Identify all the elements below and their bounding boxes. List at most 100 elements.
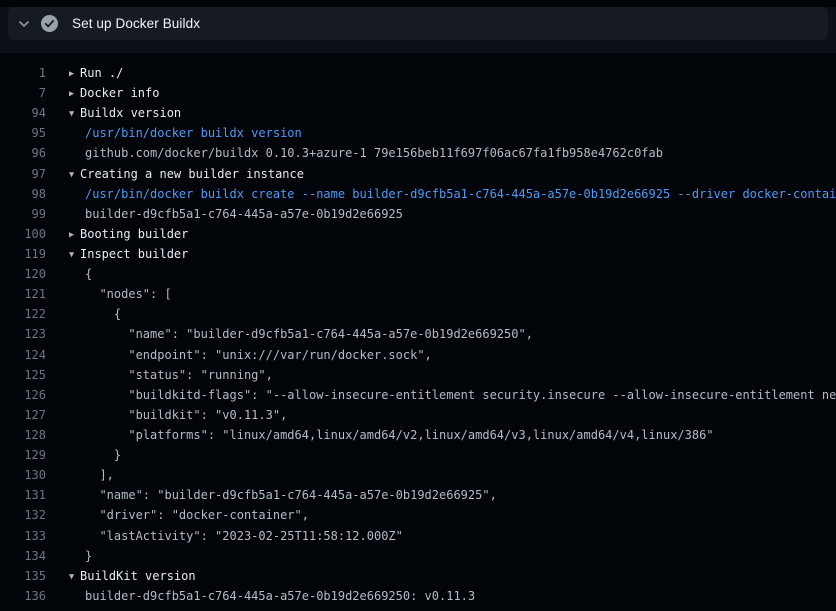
group-arrow-icon: ▶: [69, 84, 80, 103]
line-text[interactable]: Buildx version: [80, 106, 181, 120]
log-lines: 1 ▶Run ./ 7 ▶Docker info 94 ▼Buildx vers…: [0, 53, 836, 606]
line-text: "name": "builder-d9cfb5a1-c764-445a-a57e…: [85, 488, 497, 502]
line-number[interactable]: 120: [0, 264, 46, 284]
line-content: "lastActivity": "2023-02-25T11:58:12.000…: [67, 526, 836, 546]
line-content: /usr/bin/docker buildx version: [67, 123, 836, 143]
line-text[interactable]: BuildKit version: [80, 569, 196, 583]
line-number[interactable]: 95: [0, 123, 46, 143]
line-content: "name": "builder-d9cfb5a1-c764-445a-a57e…: [67, 485, 836, 505]
line-text[interactable]: Docker info: [80, 86, 159, 100]
line-number[interactable]: 135: [0, 566, 46, 586]
log-line[interactable]: 135 ▼BuildKit version: [0, 566, 836, 586]
group-arrow-icon: ▼: [69, 165, 80, 184]
group-arrow-icon: ▼: [69, 567, 80, 586]
line-content: ▶Booting builder: [67, 224, 836, 244]
log-line: 99 builder-d9cfb5a1-c764-445a-a57e-0b19d…: [0, 204, 836, 224]
line-text[interactable]: Run ./: [80, 66, 123, 80]
log-line: 133 "lastActivity": "2023-02-25T11:58:12…: [0, 526, 836, 546]
line-number[interactable]: 127: [0, 405, 46, 425]
line-number[interactable]: 132: [0, 505, 46, 525]
line-number[interactable]: 125: [0, 365, 46, 385]
group-arrow-icon: ▼: [69, 104, 80, 123]
line-number[interactable]: 129: [0, 445, 46, 465]
log-line[interactable]: 94 ▼Buildx version: [0, 103, 836, 123]
line-content: {: [67, 304, 836, 324]
line-number[interactable]: 94: [0, 103, 46, 123]
line-content: ▼BuildKit version: [67, 566, 836, 586]
log-line[interactable]: 1 ▶Run ./: [0, 63, 836, 83]
log-line: 98 /usr/bin/docker buildx create --name …: [0, 184, 836, 204]
line-content: ▼Inspect builder: [67, 244, 836, 264]
line-content: /usr/bin/docker buildx create --name bui…: [67, 184, 836, 204]
line-number[interactable]: 123: [0, 324, 46, 344]
chevron-down-icon[interactable]: [16, 16, 32, 32]
line-text: /usr/bin/docker buildx create --name bui…: [85, 187, 836, 201]
log-line: 126 "buildkitd-flags": "--allow-insecure…: [0, 385, 836, 405]
log-line: 122 {: [0, 304, 836, 324]
log-line: 130 ],: [0, 465, 836, 485]
line-number[interactable]: 98: [0, 184, 46, 204]
line-content: "buildkitd-flags": "--allow-insecure-ent…: [67, 385, 836, 405]
line-number[interactable]: 124: [0, 345, 46, 365]
line-number[interactable]: 7: [0, 83, 46, 103]
line-number[interactable]: 133: [0, 526, 46, 546]
line-text: "name": "builder-d9cfb5a1-c764-445a-a57e…: [85, 327, 533, 341]
line-text: "endpoint": "unix:///var/run/docker.sock…: [85, 348, 432, 362]
line-content: "buildkit": "v0.11.3",: [67, 405, 836, 425]
log-line: 127 "buildkit": "v0.11.3",: [0, 405, 836, 425]
line-content: "name": "builder-d9cfb5a1-c764-445a-a57e…: [67, 324, 836, 344]
line-text: "driver": "docker-container",: [85, 508, 309, 522]
line-number[interactable]: 1: [0, 63, 46, 83]
group-arrow-icon: ▶: [69, 225, 80, 244]
log-line: 123 "name": "builder-d9cfb5a1-c764-445a-…: [0, 324, 836, 344]
line-text: ],: [85, 468, 114, 482]
line-content: builder-d9cfb5a1-c764-445a-a57e-0b19d2e6…: [67, 204, 836, 224]
line-number[interactable]: 126: [0, 385, 46, 405]
line-text[interactable]: Inspect builder: [80, 247, 188, 261]
line-number[interactable]: 122: [0, 304, 46, 324]
line-number[interactable]: 96: [0, 143, 46, 163]
line-number[interactable]: 131: [0, 485, 46, 505]
line-number[interactable]: 121: [0, 284, 46, 304]
line-number[interactable]: 134: [0, 546, 46, 566]
log-line: 129 }: [0, 445, 836, 465]
log-line[interactable]: 7 ▶Docker info: [0, 83, 836, 103]
line-content: "status": "running",: [67, 365, 836, 385]
group-arrow-icon: ▶: [69, 64, 80, 83]
line-text: }: [85, 448, 121, 462]
log-line: 134 }: [0, 546, 836, 566]
line-content: "platforms": "linux/amd64,linux/amd64/v2…: [67, 425, 836, 445]
step-title: Set up Docker Buildx: [72, 16, 200, 31]
check-circle-icon: [40, 14, 59, 33]
line-content: "nodes": [: [67, 284, 836, 304]
line-number[interactable]: 130: [0, 465, 46, 485]
page-header: Set up Docker Buildx: [0, 7, 836, 53]
line-content: {: [67, 264, 836, 284]
line-number[interactable]: 119: [0, 244, 46, 264]
line-text: github.com/docker/buildx 0.10.3+azure-1 …: [85, 146, 663, 160]
line-content: ▶Docker info: [67, 83, 836, 103]
log-line: 95 /usr/bin/docker buildx version: [0, 123, 836, 143]
line-number[interactable]: 99: [0, 204, 46, 224]
log-line[interactable]: 119 ▼Inspect builder: [0, 244, 836, 264]
line-number[interactable]: 136: [0, 586, 46, 606]
line-text: "lastActivity": "2023-02-25T11:58:12.000…: [85, 529, 403, 543]
line-text: "buildkit": "v0.11.3",: [85, 408, 287, 422]
line-number[interactable]: 97: [0, 164, 46, 184]
log-line[interactable]: 97 ▼Creating a new builder instance: [0, 164, 836, 184]
line-content: github.com/docker/buildx 0.10.3+azure-1 …: [67, 143, 836, 163]
line-text[interactable]: Creating a new builder instance: [80, 167, 304, 181]
step-header[interactable]: Set up Docker Buildx: [8, 7, 828, 40]
log-line[interactable]: 100 ▶Booting builder: [0, 224, 836, 244]
line-text[interactable]: Booting builder: [80, 227, 188, 241]
line-number[interactable]: 128: [0, 425, 46, 445]
log-line: 121 "nodes": [: [0, 284, 836, 304]
line-number[interactable]: 100: [0, 224, 46, 244]
line-content: }: [67, 445, 836, 465]
line-content: "endpoint": "unix:///var/run/docker.sock…: [67, 345, 836, 365]
group-arrow-icon: ▼: [69, 245, 80, 264]
line-content: builder-d9cfb5a1-c764-445a-a57e-0b19d2e6…: [67, 586, 836, 606]
line-content: }: [67, 546, 836, 566]
line-text: "nodes": [: [85, 287, 172, 301]
log-line: 96 github.com/docker/buildx 0.10.3+azure…: [0, 143, 836, 163]
